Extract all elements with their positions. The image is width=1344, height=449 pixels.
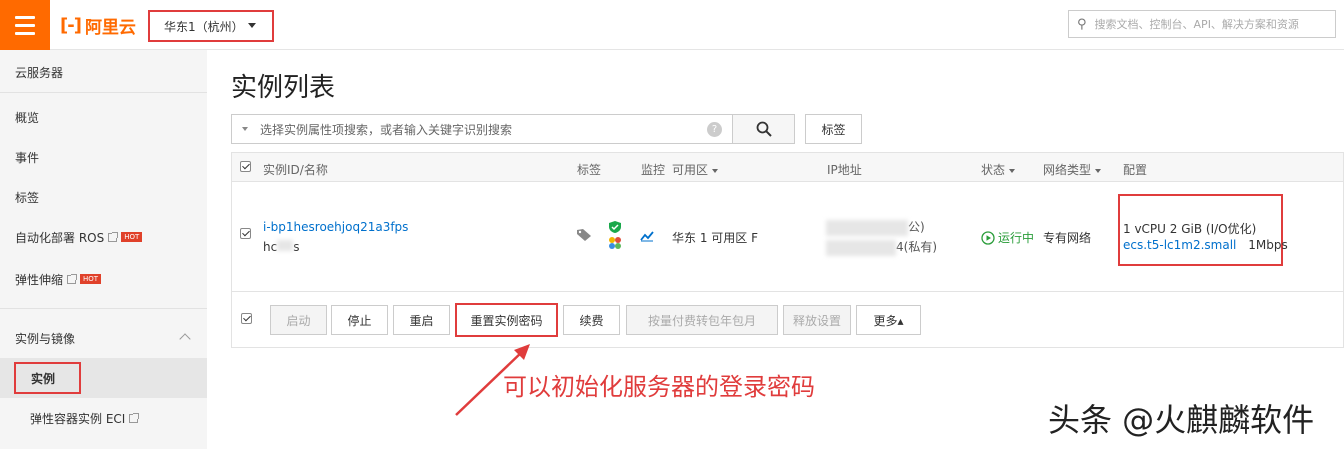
config-spec: 1 vCPU 2 GiB (I/O优化) [1123, 222, 1257, 236]
more-button[interactable]: 更多▴ [856, 305, 921, 335]
help-icon[interactable]: ? [707, 122, 722, 137]
top-bar: [-] 阿里云 华东1（杭州） ⚲ 搜索文档、控制台、API、解决方案和资源 [0, 0, 1344, 50]
table-header: 实例ID/名称 标签 监控 可用区 IP地址 状态 网络类型 配置 [231, 152, 1344, 182]
sidebar-item-tags[interactable]: 标签 [0, 177, 207, 217]
tag-filter-button[interactable]: 标签 [805, 114, 862, 144]
search-icon [756, 121, 772, 137]
watermark: 头条 @火麒麟软件 [1048, 401, 1315, 439]
column-ip: IP地址 [827, 163, 862, 177]
hot-badge: HOT [80, 274, 102, 284]
region-selector[interactable]: 华东1（杭州） [148, 10, 274, 42]
app-plugin-icon[interactable] [608, 236, 622, 250]
aliyun-logo[interactable]: [-] 阿里云 [60, 13, 136, 38]
chevron-up-icon [179, 333, 191, 345]
stop-button[interactable]: 停止 [331, 305, 388, 335]
instance-name: hc s [263, 240, 299, 254]
column-network-label: 网络类型 [1043, 163, 1092, 177]
sidebar-item-label: 实例 [31, 371, 56, 386]
column-status-label: 状态 [981, 163, 1006, 177]
sidebar-item-label: 自动化部署 ROS [15, 230, 105, 245]
ip-public: 公) [826, 218, 936, 236]
ip-private: 4(私有) [826, 238, 946, 256]
global-search-placeholder: 搜索文档、控制台、API、解决方案和资源 [1094, 18, 1299, 31]
hamburger-menu-icon[interactable] [0, 0, 50, 50]
external-link-icon [67, 273, 78, 284]
instance-name-prefix: hc [263, 240, 278, 254]
global-search-input[interactable]: ⚲ 搜索文档、控制台、API、解决方案和资源 [1068, 10, 1336, 38]
redacted-block [277, 240, 294, 251]
convert-billing-button[interactable]: 按量付费转包年包月 [626, 305, 778, 335]
select-all-checkbox[interactable] [240, 161, 251, 172]
page-title: 实例列表 [231, 73, 336, 103]
monitor-chart-icon[interactable] [640, 230, 654, 242]
table-row: i-bp1hesroehjoq21a3fps hc s 华东 1 可用区 F 公)… [231, 182, 1344, 292]
column-tags: 标签 [577, 163, 602, 177]
column-status[interactable]: 状态 [981, 161, 1016, 178]
sidebar-item-label: 事件 [15, 150, 40, 165]
redacted-block [826, 219, 908, 236]
sort-down-icon [1095, 168, 1102, 173]
caret-down-icon[interactable] [242, 127, 248, 131]
sidebar: 云服务器 概览 事件 标签 自动化部署 ROS HOT 弹性伸缩 HOT 实例与… [0, 50, 207, 449]
bandwidth-value: 1Mbps [1248, 238, 1288, 252]
ip-public-suffix: 公) [908, 220, 925, 234]
play-circle-icon [981, 230, 995, 245]
instance-search-input[interactable]: 选择实例属性项搜索，或者输入关键字识别搜索 ? [231, 114, 733, 144]
batch-actions-bar: 启动 停止 重启 重置实例密码 续费 按量付费转包年包月 释放设置 更多▴ [231, 292, 1344, 348]
sidebar-section-label: 实例与镜像 [15, 331, 76, 346]
network-type: 专有网络 [1043, 231, 1092, 245]
zone-value: 华东 1 可用区 F [672, 231, 758, 245]
instance-type-link[interactable]: ecs.t5-lc1m2.small [1123, 238, 1236, 252]
security-shield-icon[interactable] [608, 220, 622, 234]
search-icon: ⚲ [1077, 16, 1087, 32]
start-button[interactable]: 启动 [270, 305, 327, 335]
sidebar-active-highlight: 实例 [14, 362, 81, 394]
column-monitor: 监控 [641, 163, 666, 177]
column-zone-label: 可用区 [672, 163, 709, 177]
sidebar-item-label: 弹性伸缩 [15, 272, 64, 287]
sidebar-title[interactable]: 云服务器 [0, 53, 207, 93]
external-link-icon [129, 412, 140, 423]
instance-id-link[interactable]: i-bp1hesroehjoq21a3fps [263, 220, 408, 234]
sidebar-item-label: 弹性容器实例 ECI [30, 411, 126, 426]
column-config: 配置 [1123, 163, 1148, 177]
sidebar-item-eci[interactable]: 弹性容器实例 ECI [0, 398, 207, 438]
search-button[interactable] [732, 114, 795, 144]
sidebar-divider [0, 308, 207, 309]
column-network[interactable]: 网络类型 [1043, 161, 1102, 178]
row-checkbox[interactable] [240, 228, 251, 239]
release-settings-button[interactable]: 释放设置 [783, 305, 851, 335]
sidebar-item-label: 概览 [15, 110, 40, 125]
ip-private-suffix: 4(私有) [896, 240, 937, 254]
external-link-icon [108, 231, 119, 242]
reset-password-button[interactable]: 重置实例密码 [455, 303, 558, 337]
status-badge: 运行中 [981, 229, 1034, 246]
sidebar-item-instances[interactable]: 实例 [0, 358, 207, 398]
restart-button[interactable]: 重启 [393, 305, 450, 335]
aliyun-logo-icon: [-] [60, 14, 82, 36]
column-id-name: 实例ID/名称 [263, 163, 328, 177]
sidebar-item-autoscaling[interactable]: 弹性伸缩 HOT [0, 259, 207, 299]
brand-name: 阿里云 [84, 17, 136, 38]
sidebar-item-events[interactable]: 事件 [0, 137, 207, 177]
instance-name-suffix: s [293, 240, 300, 254]
status-label: 运行中 [998, 231, 1035, 245]
sidebar-section-instances-images[interactable]: 实例与镜像 [0, 318, 207, 358]
tag-icon[interactable] [576, 228, 592, 242]
sidebar-item-ros[interactable]: 自动化部署 ROS HOT [0, 217, 207, 257]
sidebar-item-label: 标签 [15, 190, 40, 205]
hot-badge: HOT [121, 232, 143, 242]
config-type-row: ecs.t5-lc1m2.small 1Mbps [1123, 238, 1288, 252]
caret-down-icon [248, 23, 256, 28]
batch-select-checkbox[interactable] [241, 313, 252, 324]
sort-down-icon [712, 168, 719, 173]
region-label: 华东1（杭州） [164, 19, 244, 34]
annotation-text: 可以初始化服务器的登录密码 [503, 373, 815, 401]
sidebar-item-overview[interactable]: 概览 [0, 97, 207, 137]
sort-down-icon [1009, 168, 1016, 173]
redacted-block [826, 239, 896, 256]
column-zone[interactable]: 可用区 [672, 161, 719, 178]
instance-search-placeholder: 选择实例属性项搜索，或者输入关键字识别搜索 [260, 122, 513, 137]
renew-button[interactable]: 续费 [563, 305, 620, 335]
